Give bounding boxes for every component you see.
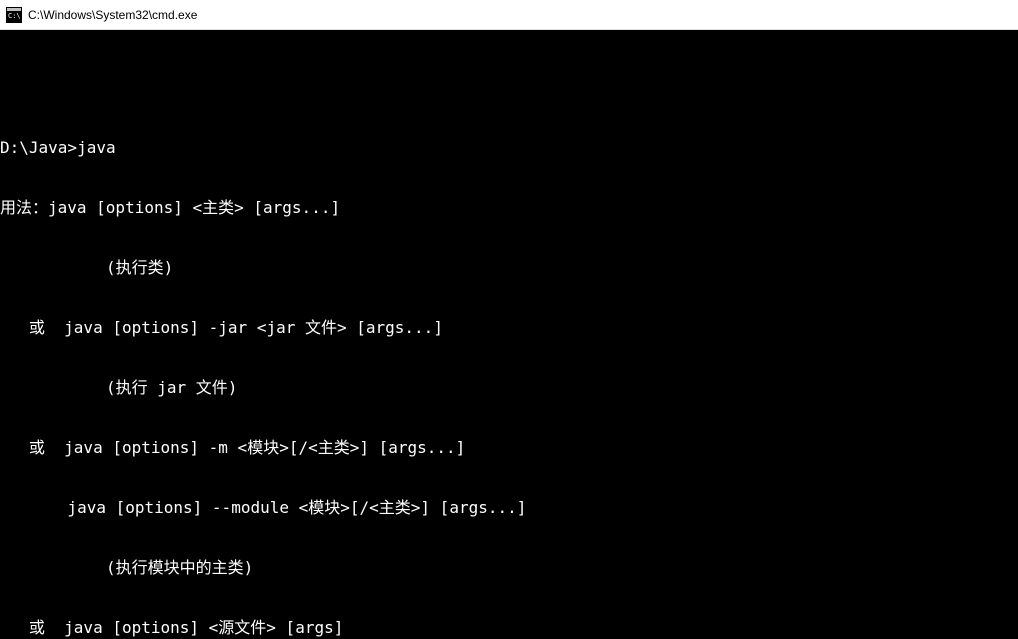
terminal-line: 或 java [options] <源文件> [args]: [0, 618, 1018, 638]
terminal-line: 或 java [options] -m <模块>[/<主类>] [args...…: [0, 438, 1018, 458]
terminal-line: (执行 jar 文件): [0, 378, 1018, 398]
terminal-line: 或 java [options] -jar <jar 文件> [args...]: [0, 318, 1018, 338]
terminal-line: (执行模块中的主类): [0, 558, 1018, 578]
svg-text:C:\: C:\: [8, 12, 21, 20]
window-titlebar[interactable]: C:\ C:\Windows\System32\cmd.exe: [0, 0, 1018, 30]
terminal-line: D:\Java>java: [0, 138, 1018, 158]
terminal-line: [0, 78, 1018, 98]
terminal-line: java [options] --module <模块>[/<主类>] [arg…: [0, 498, 1018, 518]
window-title: C:\Windows\System32\cmd.exe: [28, 8, 197, 22]
terminal-line: (执行类): [0, 258, 1018, 278]
terminal-line: 用法：java [options] <主类> [args...]: [0, 198, 1018, 218]
cmd-icon: C:\: [6, 7, 22, 23]
terminal-output[interactable]: D:\Java>java 用法：java [options] <主类> [arg…: [0, 30, 1018, 639]
